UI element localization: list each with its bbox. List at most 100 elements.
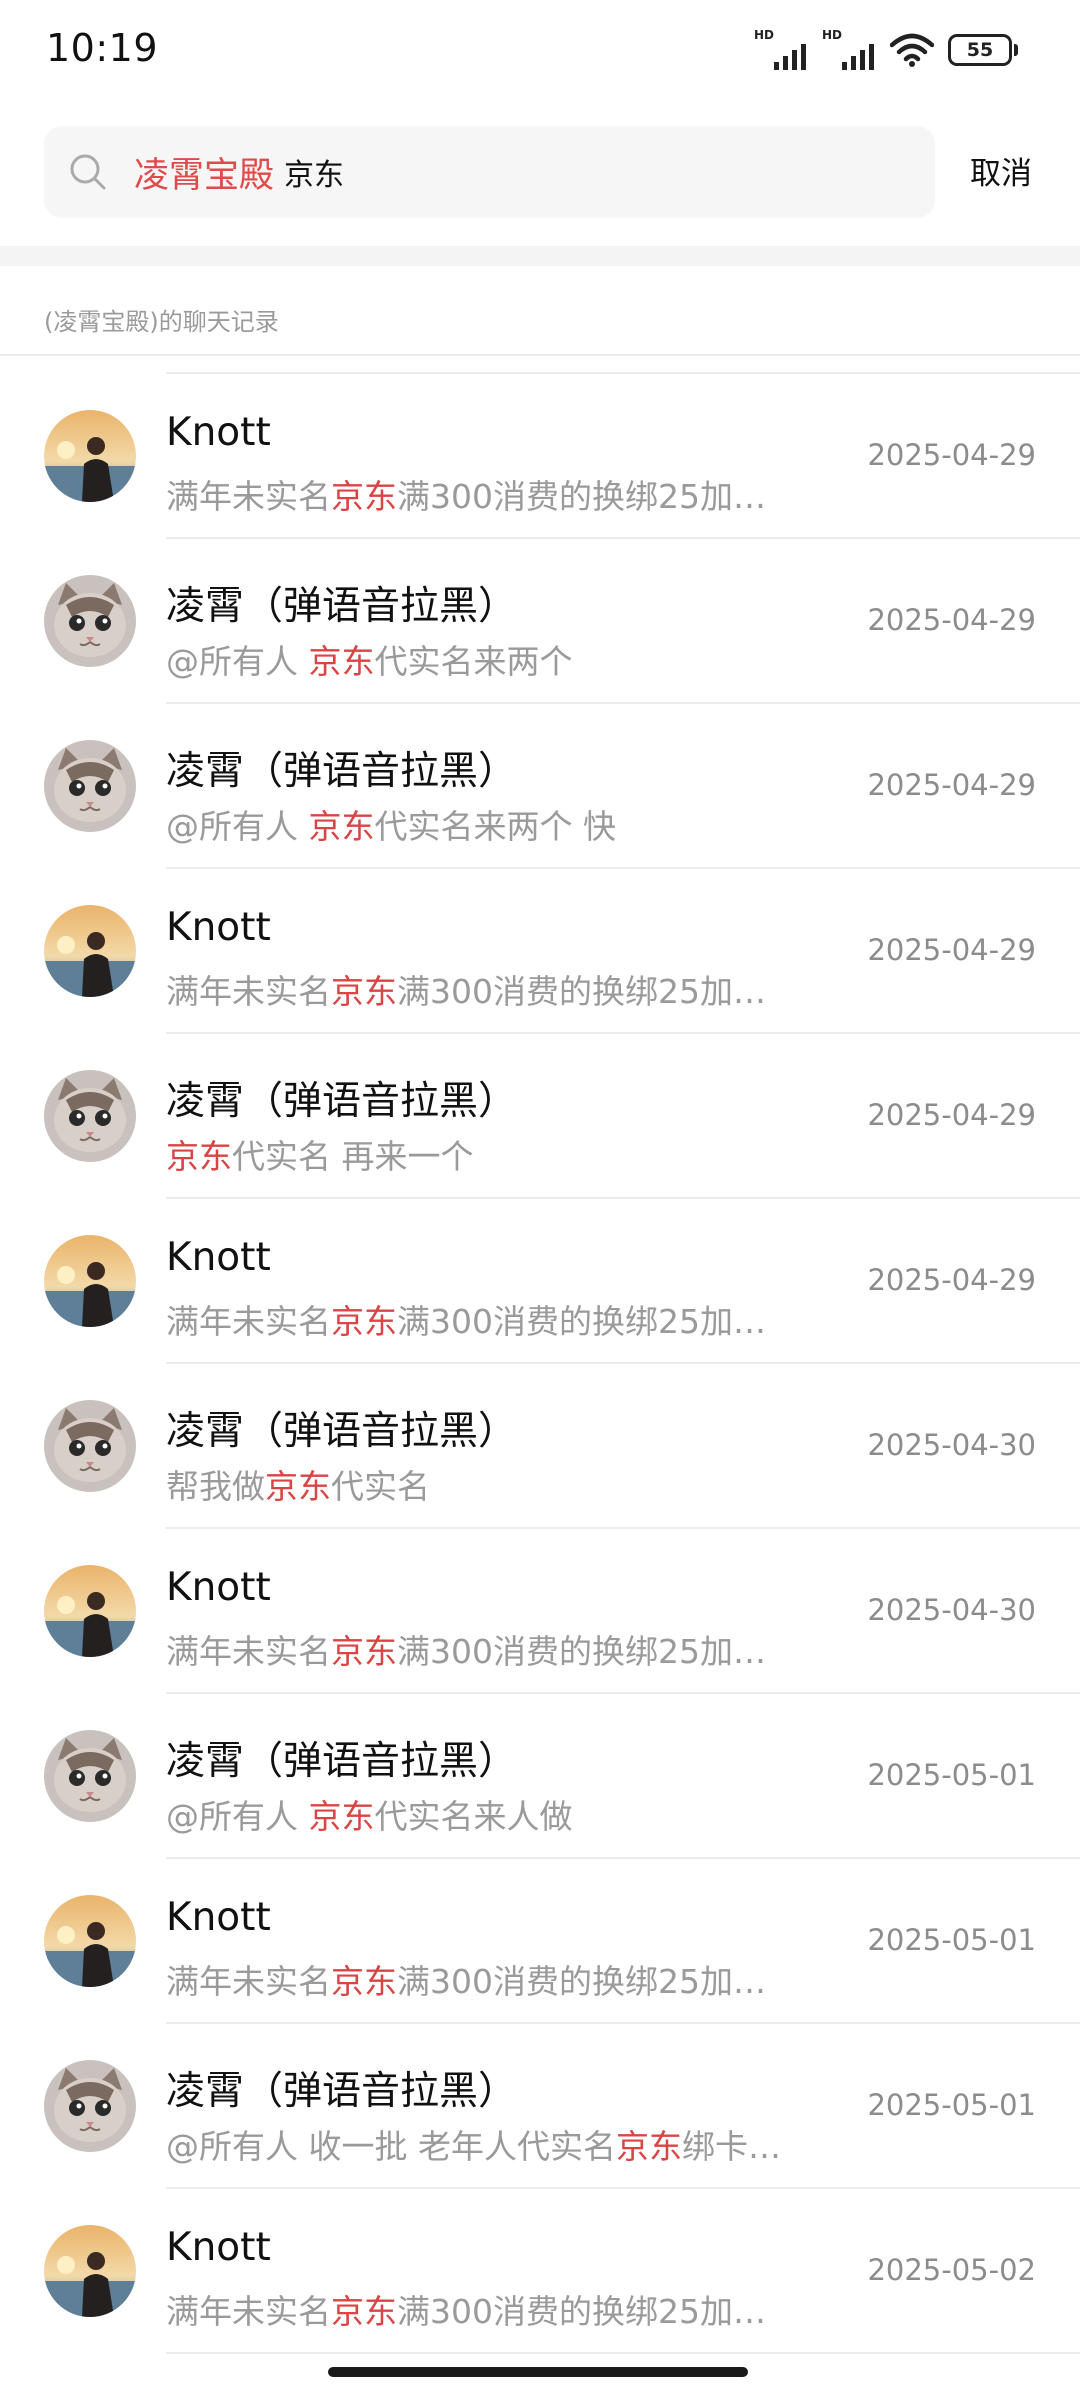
message-date: 2025-05-01 — [867, 1758, 1036, 1792]
snippet-text-after: 满300消费的换绑25加… — [397, 972, 766, 1011]
snippet-text-before: 满年未实名 — [166, 1302, 331, 1341]
message-snippet: @所有人 收一批 老年人代实名京东绑卡… — [166, 2120, 781, 2168]
chat-record-row[interactable]: Knott 满年未实名京东满300消费的换绑25加… 2025-04-29 — [0, 869, 1080, 1034]
message-snippet: 满年未实名京东满300消费的换绑25加… — [166, 965, 766, 1013]
home-indicator[interactable] — [328, 2367, 748, 2377]
cat-avatar-icon — [44, 1400, 136, 1492]
message-date: 2025-04-29 — [867, 933, 1036, 967]
chat-record-row[interactable]: Knott 满年未实名京东满300消费的换绑25加… 2025-05-02 — [0, 2189, 1080, 2354]
snippet-text-after: 满300消费的换绑25加… — [397, 1962, 766, 2001]
snippet-highlight: 京东 — [308, 807, 375, 846]
sender-name: 凌霄（弹语音拉黑） — [166, 584, 518, 629]
chat-record-row[interactable]: Knott 满年未实名京东满300消费的换绑25加… 2025-04-30 — [0, 1529, 1080, 1694]
avatar[interactable] — [44, 2225, 136, 2317]
avatar[interactable] — [44, 1235, 136, 1327]
search-row: 凌霄宝殿 京东 取消 — [44, 126, 1044, 218]
chat-record-row[interactable]: Knott 满年未实名京东满300消费的换绑25加… 2025-04-29 — [0, 1199, 1080, 1364]
snippet-text-before: 满年未实名 — [166, 2292, 331, 2331]
snippet-text-before: @所有人 — [166, 642, 309, 681]
search-query-text: 京东 — [284, 158, 345, 193]
signal-2-icon: HD — [822, 28, 876, 70]
snippet-highlight: 京东 — [331, 2292, 397, 2331]
snippet-text-after: 代实名来人做 — [374, 1797, 573, 1836]
message-snippet: 满年未实名京东满300消费的换绑25加… — [166, 2285, 766, 2333]
sender-name: Knott — [166, 1895, 271, 1940]
chat-record-row[interactable]: 凌霄（弹语音拉黑） @所有人 收一批 老年人代实名京东绑卡… 2025-05-0… — [0, 2024, 1080, 2189]
message-date: 2025-05-01 — [867, 1923, 1036, 1957]
avatar[interactable] — [44, 740, 136, 832]
snippet-highlight: 京东 — [331, 1632, 397, 1671]
snippet-highlight: 京东 — [615, 2127, 682, 2166]
message-snippet: @所有人 京东代实名来两个 快 — [166, 800, 616, 848]
message-date: 2025-04-29 — [867, 1263, 1036, 1297]
sender-name: 凌霄（弹语音拉黑） — [166, 1409, 518, 1454]
cat-avatar-icon — [44, 2060, 136, 2152]
battery-level: 55 — [948, 34, 1012, 66]
snippet-text-after: 代实名 再来一个 — [232, 1137, 474, 1176]
message-date: 2025-04-29 — [867, 438, 1036, 472]
snippet-text-after: 满300消费的换绑25加… — [397, 477, 766, 516]
message-date: 2025-04-30 — [867, 1428, 1036, 1462]
person-avatar-icon — [44, 410, 136, 502]
snippet-text-before: 满年未实名 — [166, 1632, 331, 1671]
snippet-text-after: 代实名来两个 快 — [374, 807, 617, 846]
snippet-text-after: 绑卡… — [681, 2127, 781, 2166]
chat-record-row[interactable]: 凌霄（弹语音拉黑） 京东代实名 再来一个 2025-04-29 — [0, 1034, 1080, 1199]
chat-record-list: Knott 满年未实名京东满300消费的换绑25加… 2025-04-29 凌霄… — [0, 374, 1080, 2354]
snippet-text-before: 帮我做 — [166, 1467, 265, 1506]
sender-name: Knott — [166, 410, 271, 455]
message-date: 2025-04-29 — [867, 768, 1036, 802]
person-avatar-icon — [44, 1235, 136, 1327]
section-title: (凌霄宝殿)的聊天记录 — [44, 308, 279, 336]
message-snippet: 满年未实名京东满300消费的换绑25加… — [166, 1955, 766, 2003]
avatar[interactable] — [44, 905, 136, 997]
message-snippet: 京东代实名 再来一个 — [166, 1130, 474, 1178]
section-underline — [0, 354, 1080, 356]
cat-avatar-icon — [44, 1730, 136, 1822]
snippet-highlight: 京东 — [331, 477, 397, 516]
message-snippet: @所有人 京东代实名来人做 — [166, 1790, 573, 1838]
search-input[interactable]: 凌霄宝殿 京东 — [44, 126, 935, 218]
message-snippet: 帮我做京东代实名 — [166, 1460, 430, 1508]
search-icon — [70, 154, 106, 190]
avatar[interactable] — [44, 410, 136, 502]
status-time: 10:19 — [46, 26, 159, 70]
cancel-button[interactable]: 取消 — [970, 148, 1032, 193]
chat-record-row[interactable]: 凌霄（弹语音拉黑） @所有人 京东代实名来两个 2025-04-29 — [0, 539, 1080, 704]
cat-avatar-icon — [44, 740, 136, 832]
sender-name: 凌霄（弹语音拉黑） — [166, 749, 518, 794]
message-date: 2025-04-29 — [867, 1098, 1036, 1132]
avatar[interactable] — [44, 1895, 136, 1987]
avatar[interactable] — [44, 575, 136, 667]
message-date: 2025-05-01 — [867, 2088, 1036, 2122]
message-date: 2025-04-30 — [867, 1593, 1036, 1627]
chat-record-row[interactable]: 凌霄（弹语音拉黑） @所有人 京东代实名来人做 2025-05-01 — [0, 1694, 1080, 1859]
sim2-hd-label: HD — [822, 28, 843, 42]
chat-record-row[interactable]: 凌霄（弹语音拉黑） @所有人 京东代实名来两个 快 2025-04-29 — [0, 704, 1080, 869]
avatar[interactable] — [44, 1400, 136, 1492]
cat-avatar-icon — [44, 575, 136, 667]
avatar[interactable] — [44, 1730, 136, 1822]
snippet-text-after: 满300消费的换绑25加… — [397, 1632, 766, 1671]
chat-record-row[interactable]: Knott 满年未实名京东满300消费的换绑25加… 2025-04-29 — [0, 374, 1080, 539]
cat-avatar-icon — [44, 1070, 136, 1162]
person-avatar-icon — [44, 1565, 136, 1657]
sender-name: Knott — [166, 2225, 271, 2270]
signal-1-icon: HD — [754, 28, 808, 70]
person-avatar-icon — [44, 1895, 136, 1987]
avatar[interactable] — [44, 1565, 136, 1657]
sender-name: 凌霄（弹语音拉黑） — [166, 1079, 518, 1124]
message-snippet: 满年未实名京东满300消费的换绑25加… — [166, 470, 766, 518]
snippet-highlight: 京东 — [308, 1797, 375, 1836]
wifi-icon — [890, 33, 934, 67]
search-scope-tag[interactable]: 凌霄宝殿 — [134, 147, 274, 198]
avatar[interactable] — [44, 1070, 136, 1162]
chat-record-row[interactable]: Knott 满年未实名京东满300消费的换绑25加… 2025-05-01 — [0, 1859, 1080, 2024]
battery-icon: 55 — [948, 34, 1018, 66]
chat-record-row[interactable]: 凌霄（弹语音拉黑） 帮我做京东代实名 2025-04-30 — [0, 1364, 1080, 1529]
snippet-highlight: 京东 — [331, 1302, 397, 1341]
snippet-highlight: 京东 — [331, 1962, 397, 2001]
avatar[interactable] — [44, 2060, 136, 2152]
message-date: 2025-04-29 — [867, 603, 1036, 637]
snippet-highlight: 京东 — [265, 1467, 331, 1506]
